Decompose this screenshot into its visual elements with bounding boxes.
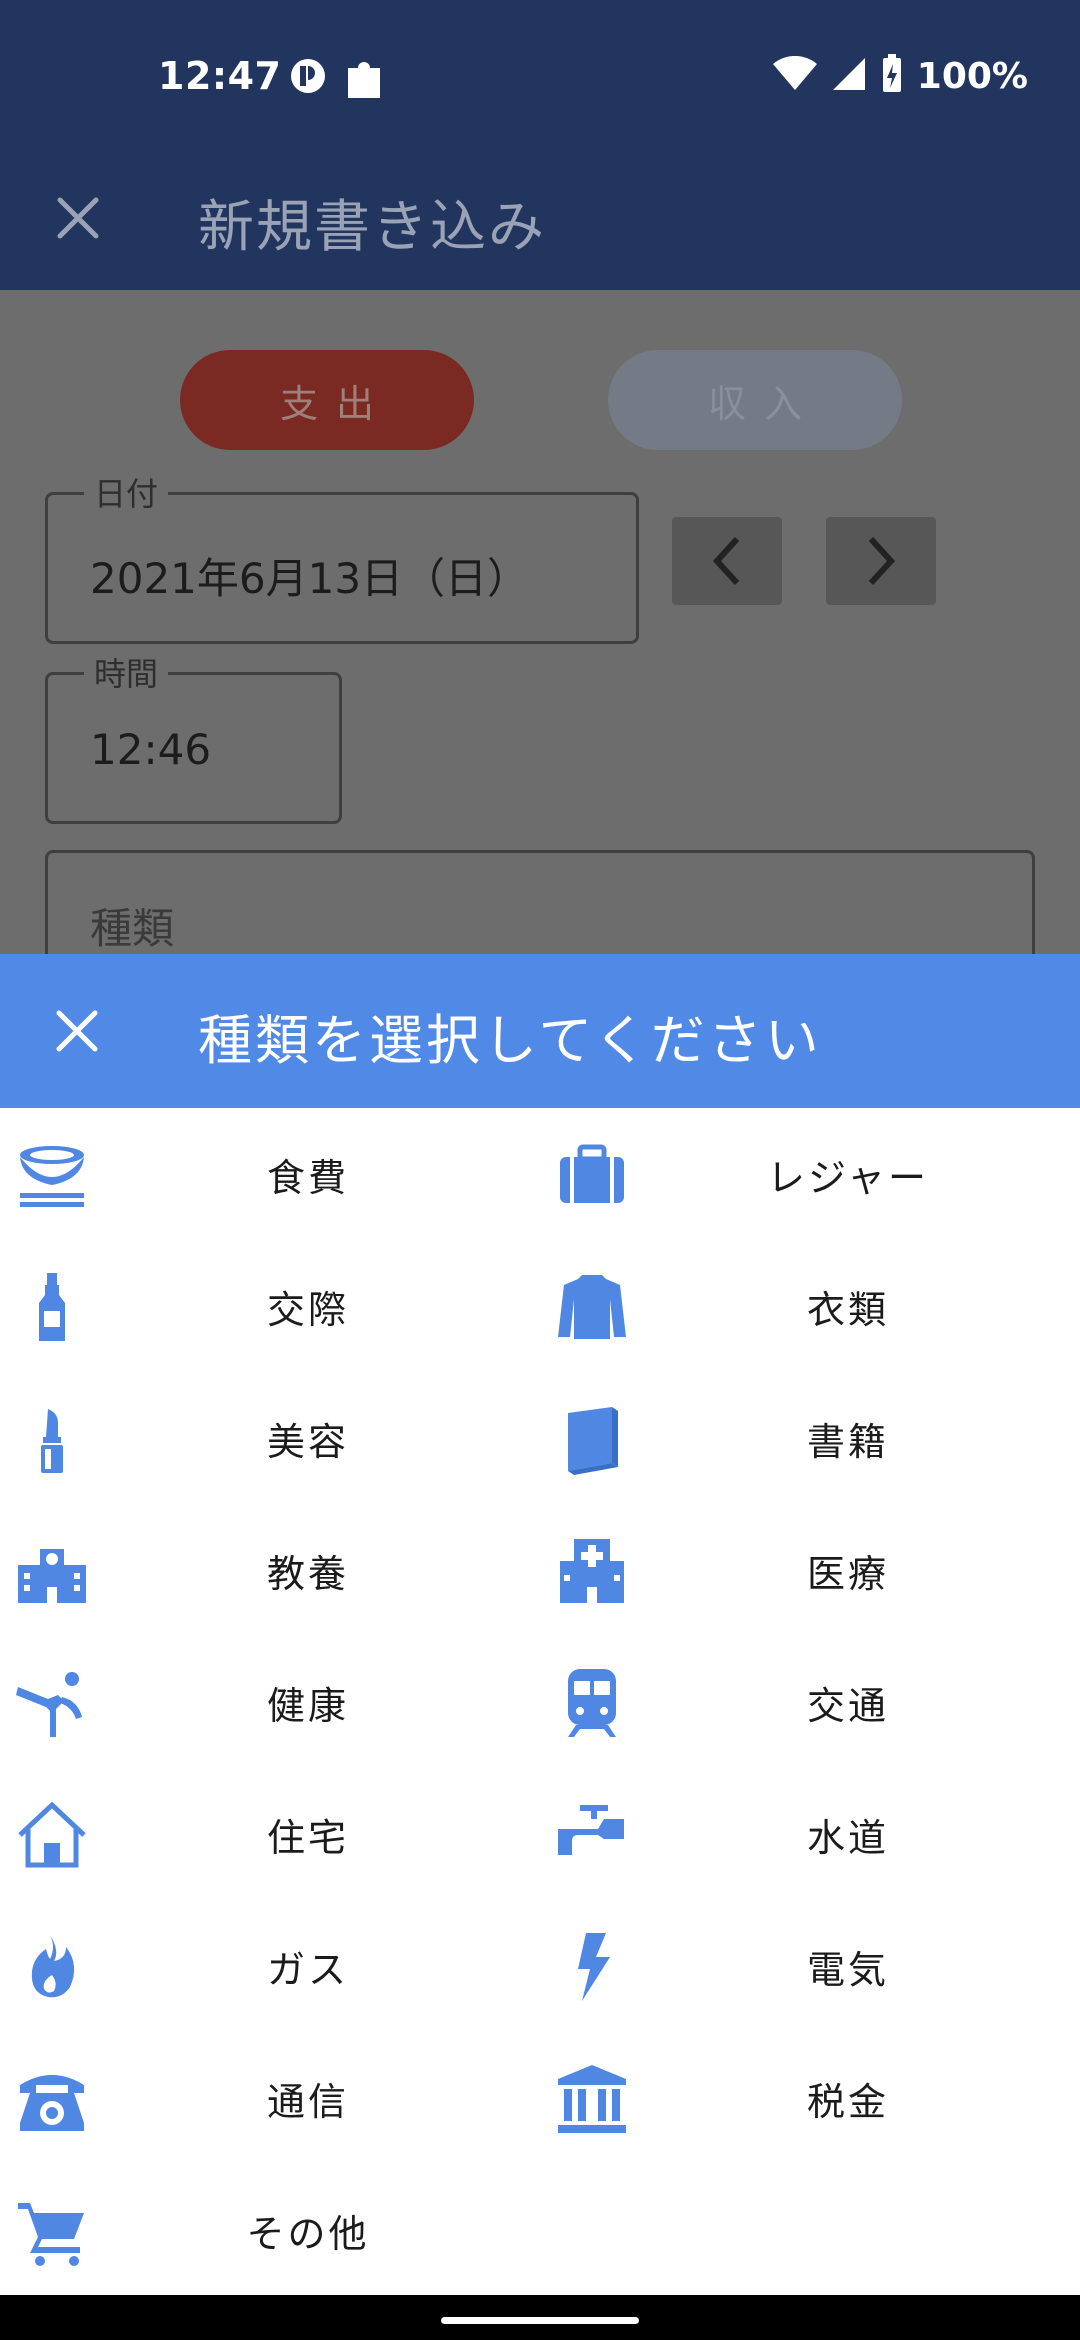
flame-icon	[16, 1931, 88, 2003]
sheet-close-icon[interactable]	[50, 1004, 104, 1058]
bottle-icon	[16, 1271, 88, 1343]
category-label: 交通	[806, 1683, 889, 1728]
rice-bowl-icon	[16, 1139, 88, 1211]
previous-day-button[interactable]	[672, 517, 782, 605]
category-beauty[interactable]: 美容	[0, 1372, 540, 1504]
lightning-icon	[556, 1931, 628, 2003]
category-label: レジャー	[766, 1155, 930, 1200]
bank-icon	[556, 2063, 628, 2135]
category-label: ガス	[266, 1947, 349, 1992]
category-social[interactable]: 交際	[0, 1240, 540, 1372]
category-water[interactable]: 水道	[540, 1768, 1080, 1900]
chevron-left-icon	[712, 536, 740, 586]
category-label: 医療	[806, 1551, 889, 1596]
close-icon[interactable]	[50, 190, 106, 246]
book-icon	[556, 1403, 628, 1475]
time-field-label: 時間	[84, 649, 169, 695]
category-gas[interactable]: ガス	[0, 1900, 540, 2032]
category-label: 教養	[266, 1551, 349, 1596]
category-label: 税金	[806, 2079, 889, 2124]
category-sheet-header: 種類を選択してください	[0, 954, 1080, 1108]
category-education[interactable]: 教養	[0, 1504, 540, 1636]
battery-percent: 100%	[916, 55, 1028, 97]
category-label: 衣類	[806, 1287, 889, 1332]
category-medical[interactable]: 医療	[540, 1504, 1080, 1636]
category-label: 電気	[806, 1947, 889, 1992]
time-field-value: 12:46	[90, 725, 212, 774]
category-label: 通信	[266, 2079, 349, 2124]
yoga-icon	[16, 1667, 88, 1739]
category-sheet-title: 種類を選択してください	[198, 1009, 822, 1072]
train-icon	[556, 1667, 628, 1739]
entry-form: 支出 収入 日付 2021年6月13日（日） 時間 12:46 種類	[0, 290, 1080, 990]
category-books[interactable]: 書籍	[540, 1372, 1080, 1504]
category-label: 書籍	[806, 1419, 889, 1464]
app-bar: 新規書き込み	[0, 160, 1080, 290]
next-day-button[interactable]	[826, 517, 936, 605]
chevron-right-icon	[868, 536, 896, 586]
app-notification-icon	[288, 56, 328, 100]
category-clothing[interactable]: 衣類	[540, 1240, 1080, 1372]
telephone-icon	[16, 2063, 88, 2135]
home-gesture-handle[interactable]	[441, 2317, 639, 2324]
system-nav-bar	[0, 2295, 1080, 2340]
category-food[interactable]: 食費	[0, 1108, 540, 1240]
puzzle-icon	[344, 56, 388, 106]
lipstick-icon	[16, 1403, 88, 1475]
category-label: 食費	[266, 1155, 349, 1200]
category-other[interactable]: その他	[0, 2164, 540, 2296]
category-field-placeholder: 種類	[90, 904, 175, 953]
category-label: 健康	[266, 1683, 349, 1728]
wifi-icon	[772, 55, 817, 96]
hospital-icon	[556, 1535, 628, 1607]
category-transport[interactable]: 交通	[540, 1636, 1080, 1768]
category-grid: 食費 レジャー 交際 衣類 美容 書籍 教養 医療 健康 交通 住宅 水道 ガス…	[0, 1108, 1080, 2295]
category-electricity[interactable]: 電気	[540, 1900, 1080, 2032]
category-leisure[interactable]: レジャー	[540, 1108, 1080, 1240]
cart-icon	[16, 2195, 88, 2267]
battery-icon	[881, 54, 903, 98]
income-toggle-button[interactable]: 収入	[608, 350, 902, 450]
category-label: 美容	[266, 1419, 349, 1464]
category-label: 住宅	[266, 1815, 349, 1860]
category-health[interactable]: 健康	[0, 1636, 540, 1768]
status-bar: 12:47 100%	[0, 0, 1080, 160]
date-field[interactable]: 日付 2021年6月13日（日）	[45, 469, 639, 644]
status-time: 12:47	[158, 54, 282, 98]
house-icon	[16, 1799, 88, 1871]
time-field[interactable]: 時間 12:46	[45, 649, 342, 824]
category-tax[interactable]: 税金	[540, 2032, 1080, 2164]
date-field-label: 日付	[84, 469, 169, 515]
category-housing[interactable]: 住宅	[0, 1768, 540, 1900]
school-icon	[16, 1535, 88, 1607]
date-field-value: 2021年6月13日（日）	[90, 554, 530, 603]
category-label: その他	[246, 2211, 370, 2256]
shirt-icon	[556, 1271, 628, 1343]
suitcase-icon	[556, 1139, 628, 1211]
category-label: 水道	[806, 1815, 889, 1860]
category-label: 交際	[266, 1287, 349, 1332]
category-telecom[interactable]: 通信	[0, 2032, 540, 2164]
page-title: 新規書き込み	[198, 195, 546, 260]
expense-toggle-button[interactable]: 支出	[180, 350, 474, 450]
faucet-icon	[556, 1799, 628, 1871]
cell-signal-icon	[831, 56, 867, 96]
